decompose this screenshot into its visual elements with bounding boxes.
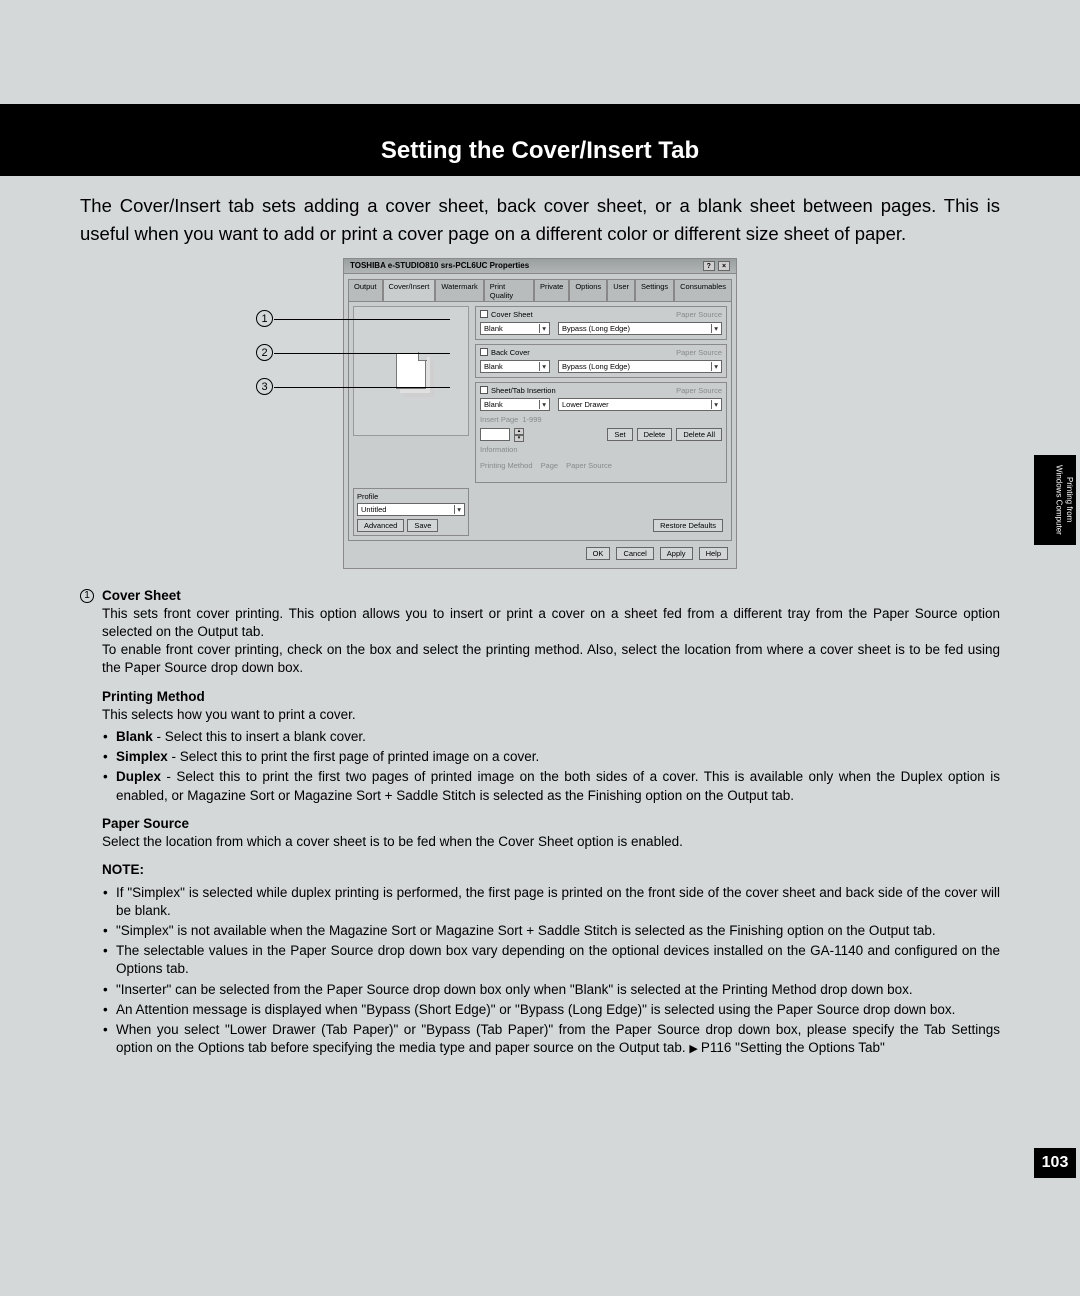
back-cover-label: Back Cover xyxy=(491,348,530,357)
callout-number-1: 1 xyxy=(80,589,94,603)
paper-source-body: Select the location from which a cover s… xyxy=(102,834,683,849)
cover-sheet-checkbox[interactable] xyxy=(480,310,488,318)
tab-watermark[interactable]: Watermark xyxy=(435,279,483,302)
list-item: Simplex - Select this to print the first… xyxy=(102,748,1000,766)
back-cover-method-select[interactable]: Blank▾ xyxy=(480,360,550,373)
section-title-pill: Setting the Cover/Insert Tab xyxy=(116,128,964,174)
list-item: The selectable values in the Paper Sourc… xyxy=(102,942,1000,978)
item1-body: This sets front cover printing. This opt… xyxy=(102,606,1000,676)
section-side-tab: Printing from Windows Computer xyxy=(1034,455,1076,545)
apply-button[interactable]: Apply xyxy=(660,547,693,560)
sheet-tab-source-label: Paper Source xyxy=(676,386,722,395)
sheet-tab-group: Sheet/Tab Insertion Paper Source Blank▾ … xyxy=(475,382,727,483)
printing-method-title: Printing Method xyxy=(102,689,205,704)
delete-all-button[interactable]: Delete All xyxy=(676,428,722,441)
chevron-down-icon: ▾ xyxy=(711,324,718,333)
tab-row: Output Cover/Insert Watermark Print Qual… xyxy=(344,274,736,301)
information-label: Information xyxy=(480,445,722,454)
tab-options[interactable]: Options xyxy=(569,279,607,302)
profile-label: Profile xyxy=(357,492,465,501)
set-button[interactable]: Set xyxy=(607,428,632,441)
cover-sheet-source-select[interactable]: Bypass (Long Edge)▾ xyxy=(558,322,722,335)
cover-sheet-group: Cover Sheet Paper Source Blank▾ Bypass (… xyxy=(475,306,727,340)
note-list: If "Simplex" is selected while duplex pr… xyxy=(102,884,1000,1058)
information-columns: Printing Method Page Paper Source xyxy=(480,454,722,478)
tab-cover-insert[interactable]: Cover/Insert xyxy=(383,279,436,302)
tab-user[interactable]: User xyxy=(607,279,635,302)
profile-group: Profile Untitled ▾ Advanced Save xyxy=(353,488,469,536)
dialog-title: TOSHIBA e-STUDIO810 srs-PCL6UC Propertie… xyxy=(350,261,529,270)
save-button[interactable]: Save xyxy=(407,519,438,532)
tab-settings[interactable]: Settings xyxy=(635,279,674,302)
item1-title: Cover Sheet xyxy=(102,588,181,603)
insert-page-hint: 1-999 xyxy=(522,415,541,424)
insert-page-label: Insert Page xyxy=(480,415,518,424)
tab-consumables[interactable]: Consumables xyxy=(674,279,732,302)
cancel-button[interactable]: Cancel xyxy=(616,547,653,560)
cross-ref: P116 "Setting the Options Tab" xyxy=(689,1040,884,1055)
tab-print-quality[interactable]: Print Quality xyxy=(484,279,534,302)
list-item: When you select "Lower Drawer (Tab Paper… xyxy=(102,1021,1000,1057)
chevron-down-icon: ▾ xyxy=(539,324,546,333)
callout-1: 1 xyxy=(256,310,273,327)
back-cover-group: Back Cover Paper Source Blank▾ Bypass (L… xyxy=(475,344,727,378)
callout-3: 3 xyxy=(256,378,273,395)
dialog-titlebar: TOSHIBA e-STUDIO810 srs-PCL6UC Propertie… xyxy=(344,259,736,274)
description-area: 1 Cover Sheet This sets front cover prin… xyxy=(80,587,1000,1058)
callout-2: 2 xyxy=(256,344,273,361)
sheet-tab-checkbox[interactable] xyxy=(480,386,488,394)
restore-defaults-button[interactable]: Restore Defaults xyxy=(653,519,723,532)
insert-page-input[interactable] xyxy=(480,428,510,441)
list-item: "Inserter" can be selected from the Pape… xyxy=(102,981,1000,999)
chevron-down-icon: ▾ xyxy=(454,505,461,514)
printing-method-intro: This selects how you want to print a cov… xyxy=(102,707,356,722)
back-cover-source-label: Paper Source xyxy=(676,348,722,357)
chevron-down-icon: ▾ xyxy=(711,400,718,409)
intro-paragraph: The Cover/Insert tab sets adding a cover… xyxy=(80,192,1000,248)
paper-source-title: Paper Source xyxy=(102,816,189,831)
properties-dialog: TOSHIBA e-STUDIO810 srs-PCL6UC Propertie… xyxy=(343,258,737,569)
close-icon[interactable]: × xyxy=(718,261,730,271)
note-title: NOTE: xyxy=(102,862,144,877)
chevron-down-icon: ▾ xyxy=(539,362,546,371)
dialog-footer: OK Cancel Apply Help xyxy=(344,545,736,568)
back-cover-source-select[interactable]: Bypass (Long Edge)▾ xyxy=(558,360,722,373)
page-preview xyxy=(353,306,469,436)
ok-button[interactable]: OK xyxy=(586,547,611,560)
profile-select[interactable]: Untitled ▾ xyxy=(357,503,465,516)
printing-method-list: Blank - Select this to insert a blank co… xyxy=(102,728,1000,805)
advanced-button[interactable]: Advanced xyxy=(357,519,404,532)
delete-button[interactable]: Delete xyxy=(637,428,673,441)
cover-sheet-label: Cover Sheet xyxy=(491,310,533,319)
list-item: Duplex - Select this to print the first … xyxy=(102,768,1000,804)
tab-private[interactable]: Private xyxy=(534,279,569,302)
chevron-down-icon: ▾ xyxy=(711,362,718,371)
sheet-tab-source-select[interactable]: Lower Drawer▾ xyxy=(558,398,722,411)
window-buttons: ? × xyxy=(702,261,730,271)
back-cover-checkbox[interactable] xyxy=(480,348,488,356)
page-number: 103 xyxy=(1034,1148,1076,1178)
help-button[interactable]: Help xyxy=(699,547,728,560)
cover-sheet-source-label: Paper Source xyxy=(676,310,722,319)
list-item: If "Simplex" is selected while duplex pr… xyxy=(102,884,1000,920)
list-item: Blank - Select this to insert a blank co… xyxy=(102,728,1000,746)
spin-buttons[interactable]: ▴▾ xyxy=(514,428,524,441)
sheet-tab-method-select[interactable]: Blank▾ xyxy=(480,398,550,411)
list-item: An Attention message is displayed when "… xyxy=(102,1001,1000,1019)
help-icon[interactable]: ? xyxy=(703,261,715,271)
paper-stack-icon xyxy=(396,353,426,389)
list-item: "Simplex" is not available when the Maga… xyxy=(102,922,1000,940)
cover-sheet-method-select[interactable]: Blank▾ xyxy=(480,322,550,335)
chevron-down-icon: ▾ xyxy=(539,400,546,409)
tab-output[interactable]: Output xyxy=(348,279,383,302)
profile-value: Untitled xyxy=(361,505,386,514)
sheet-tab-label: Sheet/Tab Insertion xyxy=(491,386,556,395)
